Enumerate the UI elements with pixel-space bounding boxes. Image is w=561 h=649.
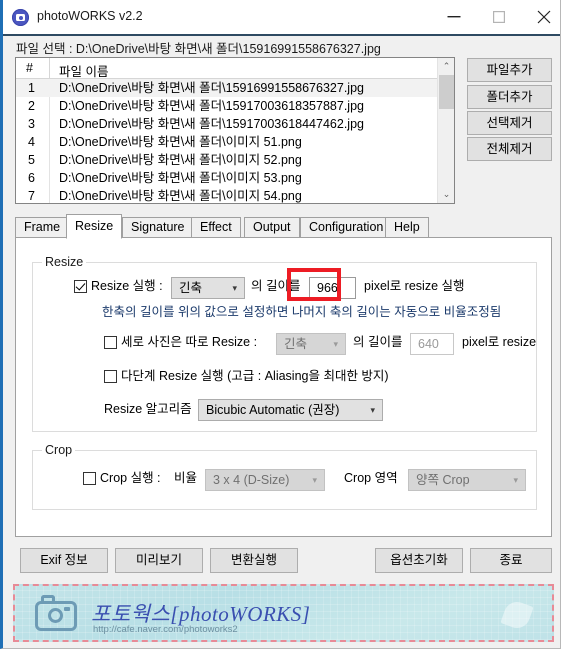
crop-group: Crop Crop 실행 : 비율 3 x 4 (D-Size) ▾ Crop … xyxy=(32,443,537,510)
row-filename: D:\OneDrive\바탕 화면\새 폴더\이미지 51.png xyxy=(59,135,302,149)
portrait-resize-checkbox[interactable] xyxy=(104,336,117,349)
table-row[interactable]: 3 D:\OneDrive\바탕 화면\새 폴더\159170036184474… xyxy=(16,115,454,133)
crop-ratio-label: 비율 xyxy=(174,471,198,485)
file-list[interactable]: # 파일 이름 1 D:\OneDrive\바탕 화면\새 폴더\1591699… xyxy=(15,57,455,204)
scrollbar-thumb[interactable] xyxy=(439,75,454,109)
run-convert-button[interactable]: 변환실행 xyxy=(210,548,298,573)
file-list-header: # 파일 이름 xyxy=(16,58,454,79)
reset-options-button[interactable]: 옵션초기화 xyxy=(375,548,463,573)
column-header-filename[interactable]: 파일 이름 xyxy=(59,61,108,80)
resize-mid-label: 의 길이를 xyxy=(251,279,301,293)
table-row[interactable]: 6 D:\OneDrive\바탕 화면\새 폴더\이미지 53.png xyxy=(16,169,454,187)
camera-icon xyxy=(35,601,77,631)
table-row[interactable]: 7 D:\OneDrive\바탕 화면\새 폴더\이미지 54.png xyxy=(16,187,454,203)
tab-frame[interactable]: Frame xyxy=(15,217,70,238)
table-row[interactable]: 2 D:\OneDrive\바탕 화면\새 폴더\159170036183578… xyxy=(16,97,454,115)
multistep-resize-checkbox[interactable] xyxy=(104,370,117,383)
tab-help[interactable]: Help xyxy=(385,217,429,238)
remove-selected-button[interactable]: 선택제거 xyxy=(467,111,552,135)
row-filename: D:\OneDrive\바탕 화면\새 폴더\15917003618357887… xyxy=(59,99,364,113)
crop-area-value: 양쪽 Crop xyxy=(416,473,470,487)
resize-tab-panel: Resize Resize 실행 : 긴축 ▾ 의 길이를 966 pixel로… xyxy=(15,237,552,537)
algorithm-select[interactable]: Bicubic Automatic (권장) ▾ xyxy=(198,399,383,421)
promo-banner[interactable]: 포토웍스[photoWORKS] http://cafe.naver.com/p… xyxy=(13,584,554,642)
row-filename: D:\OneDrive\바탕 화면\새 폴더\이미지 53.png xyxy=(59,171,302,185)
row-index: 7 xyxy=(28,189,35,203)
file-list-rows: 1 D:\OneDrive\바탕 화면\새 폴더\159169915586763… xyxy=(16,79,454,203)
title-bar: photoWORKS v2.2 xyxy=(3,0,560,36)
file-list-scrollbar[interactable]: ⌃ ⌄ xyxy=(437,58,454,203)
resize-hint-text: 한축의 길이를 위의 값으로 설정하면 나머지 축의 길이는 자동으로 비율조정… xyxy=(102,305,502,319)
crop-ratio-select[interactable]: 3 x 4 (D-Size) ▾ xyxy=(205,469,325,491)
portrait-suffix-label: pixel로 resize xyxy=(462,335,537,349)
add-file-button[interactable]: 파일추가 xyxy=(467,58,552,82)
portrait-pixel-input[interactable]: 640 xyxy=(410,333,454,355)
row-filename: D:\OneDrive\바탕 화면\새 폴더\15917003618447462… xyxy=(59,117,364,131)
remove-all-button[interactable]: 전체제거 xyxy=(467,137,552,161)
crop-ratio-value: 3 x 4 (D-Size) xyxy=(213,473,290,487)
column-header-index[interactable]: # xyxy=(26,61,33,75)
column-separator xyxy=(49,58,50,79)
crop-enable-checkbox[interactable] xyxy=(83,472,96,485)
resize-group-legend: Resize xyxy=(42,255,87,269)
resize-axis-select[interactable]: 긴축 ▾ xyxy=(171,277,245,299)
portrait-axis-select[interactable]: 긴축 ▾ xyxy=(276,333,346,355)
row-index: 2 xyxy=(28,99,35,113)
preview-button[interactable]: 미리보기 xyxy=(115,548,203,573)
tab-configuration[interactable]: Configuration xyxy=(300,217,393,238)
photoworks-window: photoWORKS v2.2 파일 선택 : D:\OneDrive\바탕 화… xyxy=(0,0,561,649)
close-button[interactable] xyxy=(521,0,560,33)
resize-suffix-label: pixel로 resize 실행 xyxy=(364,279,465,293)
resize-enable-checkbox[interactable] xyxy=(74,280,87,293)
crop-enable-label: Crop 실행 : xyxy=(100,471,161,485)
portrait-mid-label: 의 길이를 xyxy=(353,335,403,349)
window-title: photoWORKS v2.2 xyxy=(37,9,143,23)
chevron-down-icon: ▾ xyxy=(232,283,237,293)
crop-group-legend: Crop xyxy=(42,443,76,457)
tab-signature[interactable]: Signature xyxy=(122,217,194,238)
resize-group: Resize Resize 실행 : 긴축 ▾ 의 길이를 966 pixel로… xyxy=(32,255,537,432)
maximize-button[interactable] xyxy=(476,0,521,33)
add-folder-button[interactable]: 폴더추가 xyxy=(467,85,552,109)
scroll-down-icon[interactable]: ⌄ xyxy=(438,186,454,203)
row-index: 3 xyxy=(28,117,35,131)
row-index: 5 xyxy=(28,153,35,167)
resize-pixel-input[interactable]: 966 xyxy=(309,277,356,299)
crop-area-select[interactable]: 양쪽 Crop ▾ xyxy=(408,469,526,491)
app-camera-circle-icon xyxy=(12,9,29,26)
leaf-decoration-icon xyxy=(500,598,534,632)
row-index: 6 xyxy=(28,171,35,185)
minimize-button[interactable] xyxy=(431,0,476,33)
table-row[interactable]: 5 D:\OneDrive\바탕 화면\새 폴더\이미지 52.png xyxy=(16,151,454,169)
row-filename: D:\OneDrive\바탕 화면\새 폴더\이미지 54.png xyxy=(59,189,302,203)
tab-resize[interactable]: Resize xyxy=(66,214,123,239)
portrait-axis-value: 긴축 xyxy=(284,337,308,351)
multistep-resize-label: 다단계 Resize 실행 (고급 : Aliasing을 최대한 방지) xyxy=(121,369,389,383)
algorithm-label: Resize 알고리즘 xyxy=(104,402,192,416)
chevron-down-icon: ▾ xyxy=(333,339,338,349)
row-index: 4 xyxy=(28,135,35,149)
selected-file-path: 파일 선택 : D:\OneDrive\바탕 화면\새 폴더\159169915… xyxy=(16,42,381,56)
chevron-down-icon: ▾ xyxy=(312,475,317,485)
tab-bar: Frame Resize Signature Effect Output Con… xyxy=(15,214,552,239)
resize-axis-value: 긴축 xyxy=(179,281,203,295)
portrait-resize-label: 세로 사진은 따로 Resize : xyxy=(121,335,258,349)
exit-button[interactable]: 종료 xyxy=(470,548,552,573)
algorithm-value: Bicubic Automatic (권장) xyxy=(206,403,340,417)
row-filename: D:\OneDrive\바탕 화면\새 폴더\이미지 52.png xyxy=(59,153,302,167)
row-filename: D:\OneDrive\바탕 화면\새 폴더\15916991558676327… xyxy=(59,81,364,95)
tab-effect[interactable]: Effect xyxy=(191,217,241,238)
scroll-up-icon[interactable]: ⌃ xyxy=(438,58,454,75)
banner-url[interactable]: http://cafe.naver.com/photoworks2 xyxy=(93,624,238,635)
table-row[interactable]: 4 D:\OneDrive\바탕 화면\새 폴더\이미지 51.png xyxy=(16,133,454,151)
table-row[interactable]: 1 D:\OneDrive\바탕 화면\새 폴더\159169915586763… xyxy=(16,79,454,97)
row-index: 1 xyxy=(28,81,35,95)
tab-output[interactable]: Output xyxy=(244,217,300,238)
crop-area-label: Crop 영역 xyxy=(344,471,398,485)
chevron-down-icon: ▾ xyxy=(370,405,375,415)
chevron-down-icon: ▾ xyxy=(513,475,518,485)
exif-info-button[interactable]: Exif 정보 xyxy=(20,548,108,573)
resize-enable-label: Resize 실행 : xyxy=(91,279,163,293)
